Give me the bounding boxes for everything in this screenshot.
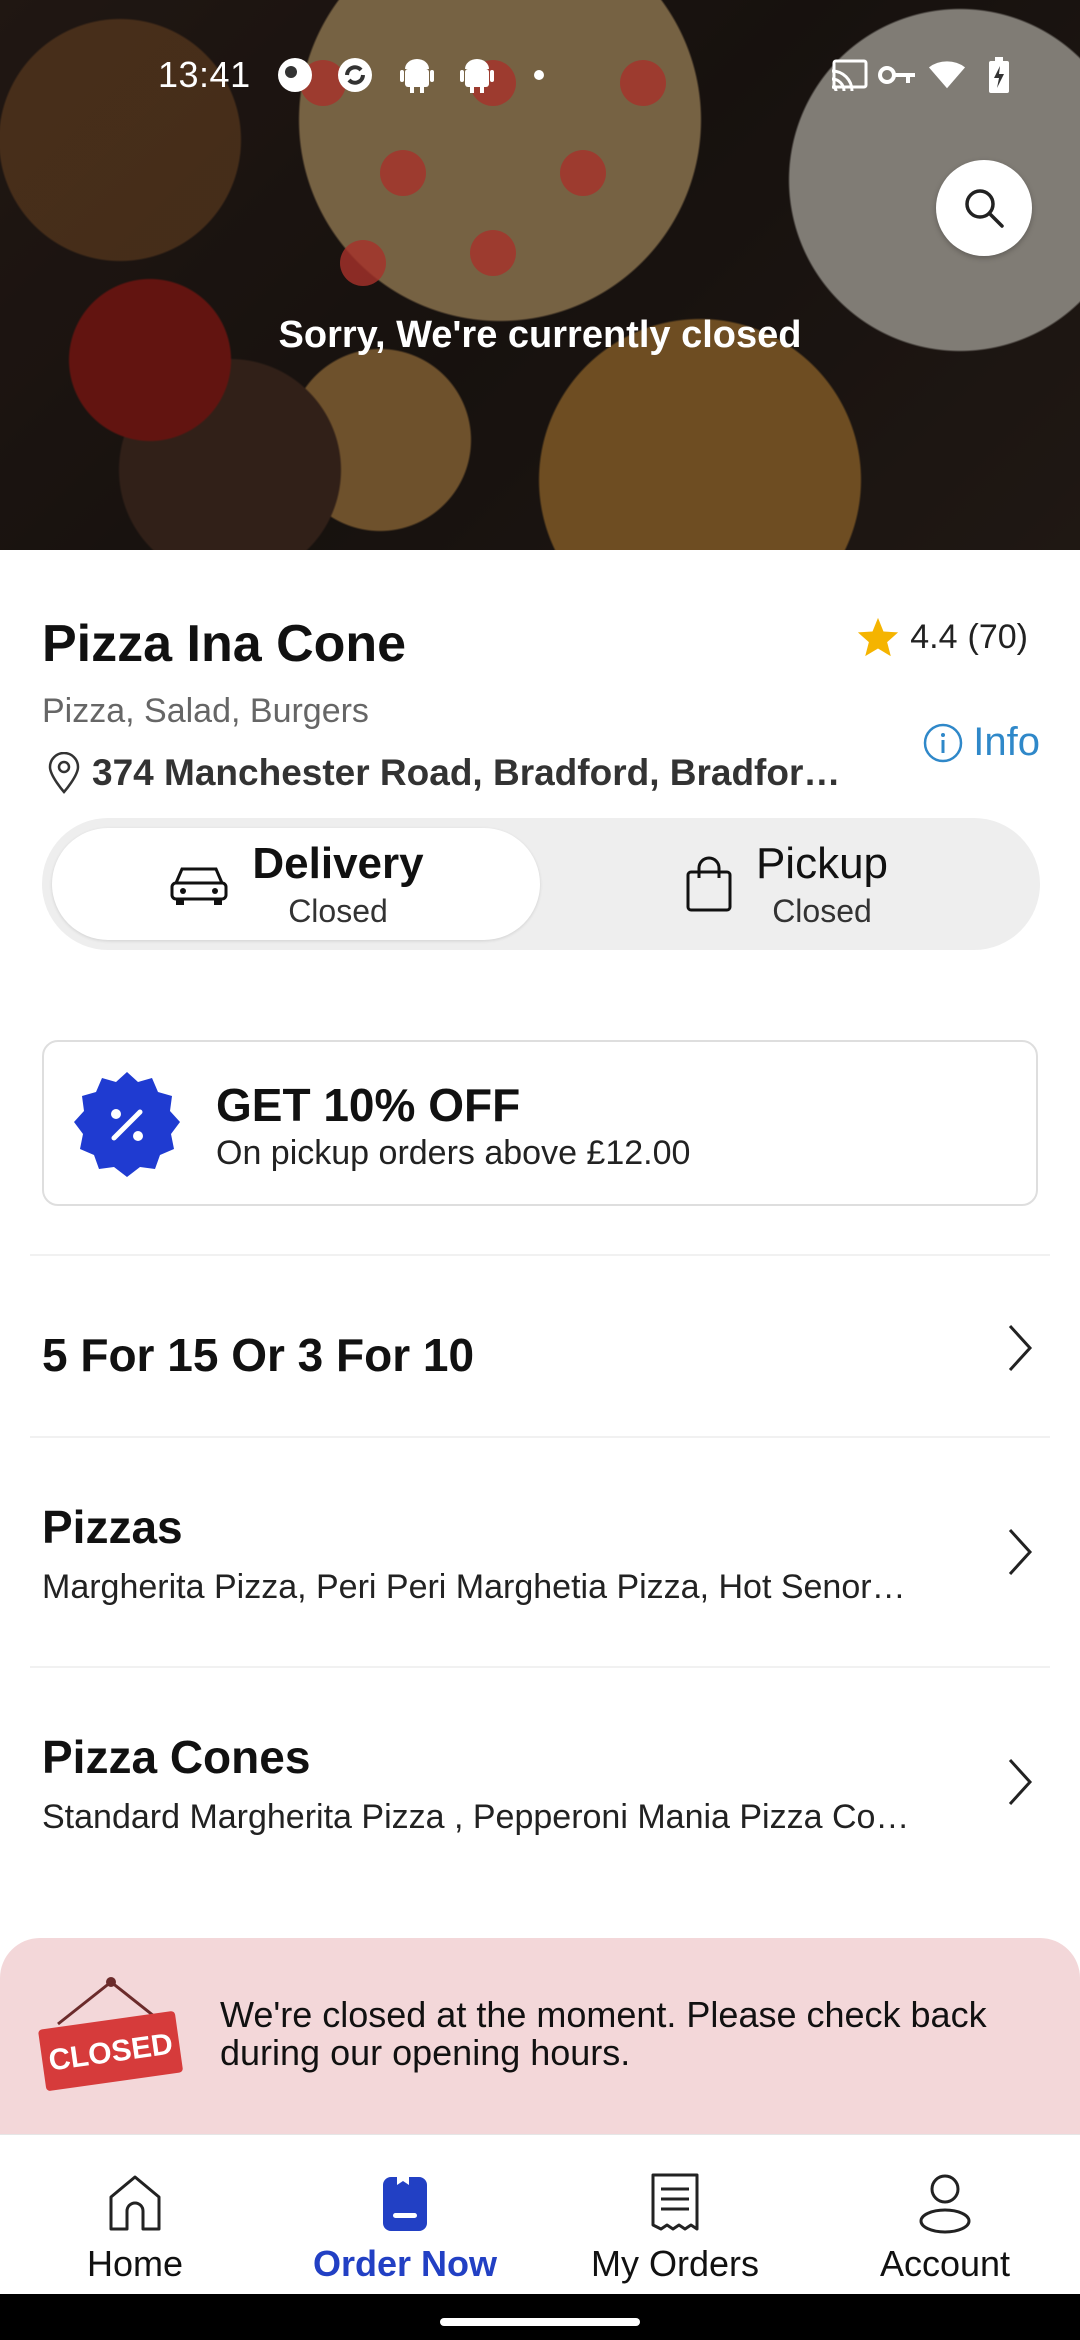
offer-subtitle: On pickup orders above £12.00 [216,1134,691,1172]
closed-banner-message: We're closed at the moment. Please check… [220,1994,987,2073]
rating-count: (70) [967,617,1028,656]
delivery-tab[interactable]: Delivery Closed [52,828,540,940]
star-icon [858,617,899,657]
cuisine-list: Pizza, Salad, Burgers [42,692,369,730]
category-title: Pizzas [42,1501,183,1553]
info-icon [924,723,963,762]
android-icon [398,56,436,94]
pickup-label: Pickup [755,838,889,888]
search-button[interactable] [936,160,1032,256]
receipt-icon [651,2173,699,2231]
address-text: 374 Manchester Road, Bradford, Bradfor… [92,752,841,793]
pickup-tab[interactable]: Pickup Closed [542,828,1030,940]
category-row[interactable]: Pizza Cones Standard Margherita Pizza , … [0,1668,1080,1896]
category-row[interactable]: Pizzas Margherita Pizza, Peri Peri Margh… [0,1438,1080,1666]
bottom-navigation: Home Order Now My Orders Account [0,2134,1080,2294]
search-icon [965,189,1004,228]
person-icon [919,2174,971,2234]
closed-sign-icon: CLOSED [38,1977,183,2091]
location-pin-icon [48,752,80,794]
wifi-icon [928,56,966,94]
nav-home[interactable]: Home [0,2135,270,2295]
battery-icon [980,56,1018,94]
category-description: Margherita Pizza, Peri Peri Marghetia Pi… [42,1568,906,1606]
order-now-icon [383,2173,427,2231]
chevron-right-icon [1008,1324,1033,1372]
nav-my-orders[interactable]: My Orders [540,2135,810,2295]
cast-icon [830,56,868,94]
car-icon [170,867,228,905]
gesture-navigation-bar [0,2294,1080,2340]
closed-banner: CLOSED We're closed at the moment. Pleas… [0,1938,1080,2134]
offer-title: GET 10% OFF [216,1079,521,1131]
vpn-key-icon [878,56,916,94]
android-icon [458,56,496,94]
nav-order-now-label: Order Now [312,2243,498,2284]
nav-home-label: Home [86,2243,184,2284]
rating-value: 4.4 [910,617,958,656]
home-gesture-handle[interactable] [440,2318,640,2326]
restaurant-name: Pizza Ina Cone [42,615,407,673]
category-row[interactable]: 5 For 15 Or 3 For 10 [0,1256,1080,1436]
offer-card[interactable]: GET 10% OFF On pickup orders above £12.0… [42,1040,1038,1206]
closed-message: Sorry, We're currently closed [278,314,802,356]
status-bar: 13:41 [0,50,1080,102]
sync-notification-icon [336,56,374,94]
chevron-right-icon [1008,1528,1033,1576]
hero-banner: 13:41 Sorry, We're currently closed [0,0,1080,550]
order-mode-toggle: Delivery Closed Pickup Closed [42,818,1040,950]
nav-order-now[interactable]: Order Now [270,2135,540,2295]
address[interactable]: 374 Manchester Road, Bradford, Bradfor… [46,752,846,794]
delivery-status: Closed [288,892,388,929]
category-title: Pizza Cones [42,1731,311,1783]
nav-account-label: Account [879,2243,1011,2284]
status-time: 13:41 [158,54,251,95]
shopping-bag-icon [686,856,732,912]
app-notification-icon [276,56,314,94]
delivery-label: Delivery [252,838,424,888]
nav-account[interactable]: Account [810,2135,1080,2295]
discount-badge-icon [74,1072,180,1177]
rating: 4.4 (70) [856,616,1028,658]
category-title: 5 For 15 Or 3 For 10 [42,1329,475,1381]
info-label: Info [973,720,1040,764]
category-description: Standard Margherita Pizza , Pepperoni Ma… [42,1798,910,1836]
nav-my-orders-label: My Orders [590,2243,759,2284]
chevron-right-icon [1008,1758,1033,1806]
dot-icon [520,56,558,94]
pickup-status: Closed [772,892,872,929]
home-icon [109,2175,161,2231]
info-button[interactable]: Info [923,720,1040,765]
